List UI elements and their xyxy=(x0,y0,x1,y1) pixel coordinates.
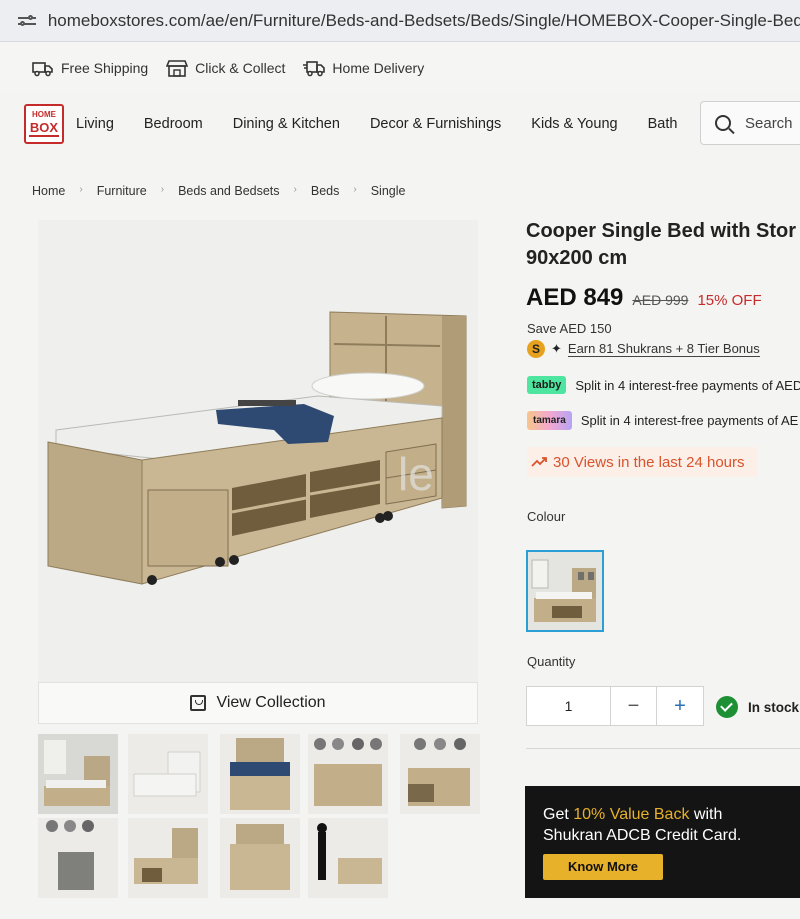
service-strip: Free Shipping Click & Collect Home Deliv… xyxy=(0,43,800,93)
click-collect-label: Click & Collect xyxy=(195,60,286,76)
search-placeholder: Search xyxy=(745,114,793,132)
promo-headline: Get 10% Value Back with xyxy=(543,806,800,824)
product-title-line2: 90x200 cm xyxy=(526,247,628,269)
divider xyxy=(526,748,800,749)
decrease-quantity-button[interactable]: − xyxy=(611,687,657,725)
shukran-credit-card-promo: Get 10% Value Back with Shukran ADCB Cre… xyxy=(525,786,800,898)
breadcrumb-beds[interactable]: Beds xyxy=(311,184,340,198)
main-product-image[interactable]: le xyxy=(38,220,478,682)
tabby-installments[interactable]: tabby Split in 4 interest-free payments … xyxy=(527,376,800,394)
watermark-text: le xyxy=(398,448,434,500)
view-collection-button[interactable]: View Collection xyxy=(38,682,478,724)
thumbnail-4[interactable] xyxy=(308,734,388,814)
shopping-bag-icon xyxy=(190,695,207,711)
sparkle-icon: ✦ xyxy=(551,341,562,356)
thumbnail-8[interactable] xyxy=(220,818,300,898)
url-text[interactable]: homeboxstores.com/ae/en/Furniture/Beds-a… xyxy=(48,11,800,31)
site-settings-icon[interactable] xyxy=(18,14,36,28)
nav-item-kids-young[interactable]: Kids & Young xyxy=(531,116,617,132)
thumbnail-2[interactable] xyxy=(128,734,208,814)
nav-item-bedroom[interactable]: Bedroom xyxy=(144,116,203,132)
thumbnail-6[interactable] xyxy=(38,818,118,898)
promo-highlight: 10% Value Back xyxy=(573,806,690,823)
quantity-label: Quantity xyxy=(527,654,576,669)
browser-address-bar[interactable]: homeboxstores.com/ae/en/Furniture/Beds-a… xyxy=(0,0,800,42)
breadcrumb-separator: › xyxy=(160,184,165,195)
nav-item-dining-kitchen[interactable]: Dining & Kitchen xyxy=(233,116,340,132)
promo-post: with xyxy=(689,806,723,823)
bed-illustration: le xyxy=(47,311,467,585)
trending-icon xyxy=(531,457,547,467)
breadcrumb: Home › Furniture › Beds and Bedsets › Beds ›… xyxy=(32,184,405,198)
views-text: 30 Views in the last 24 hours xyxy=(553,453,745,471)
quantity-value[interactable]: 1 xyxy=(527,687,611,725)
stock-text: In stock xyxy=(748,699,800,715)
tamara-logo: tamara xyxy=(527,411,572,430)
breadcrumb-separator: › xyxy=(293,184,297,195)
breadcrumb-beds-bedsets[interactable]: Beds and Bedsets xyxy=(178,184,279,198)
tabby-text: Split in 4 interest-free payments of AED xyxy=(575,377,800,393)
thumbnail-7[interactable] xyxy=(128,818,208,898)
swatch-image xyxy=(528,552,602,630)
homebox-logo[interactable]: HOME BOX xyxy=(24,104,64,144)
home-delivery-link[interactable]: Home Delivery xyxy=(303,59,424,77)
savings-text: Save AED 150 xyxy=(527,321,612,336)
shukran-rewards[interactable]: S ✦ Earn 81 Shukrans + 8 Tier Bonus xyxy=(527,340,760,358)
promo-subline: Shukran ADCB Credit Card. xyxy=(543,827,742,844)
quantity-stepper: 1 − + xyxy=(526,686,704,726)
tamara-installments[interactable]: tamara Split in 4 interest-free payments… xyxy=(527,411,798,430)
views-badge: 30 Views in the last 24 hours xyxy=(527,447,757,477)
product-title: Cooper Single Bed with Stor 90x200 cm xyxy=(526,218,800,272)
nav-item-decor-furnishings[interactable]: Decor & Furnishings xyxy=(370,116,501,132)
logo-text-home: HOME xyxy=(32,110,56,119)
search-icon xyxy=(715,115,731,131)
thumbnail-5[interactable] xyxy=(400,734,480,814)
free-shipping-label: Free Shipping xyxy=(61,60,149,76)
home-delivery-label: Home Delivery xyxy=(332,60,425,76)
tamara-text: Split in 4 interest-free payments of AE xyxy=(580,413,799,428)
current-price: AED 849 xyxy=(526,284,624,311)
price-row: AED 849 AED 999 15% OFF xyxy=(526,284,762,312)
breadcrumb-single[interactable]: Single xyxy=(371,184,406,198)
shukran-text: Earn 81 Shukrans + 8 Tier Bonus xyxy=(567,341,760,357)
truck-icon xyxy=(32,62,53,77)
know-more-button[interactable]: Know More xyxy=(543,854,663,880)
check-circle-icon xyxy=(716,696,738,718)
thumbnail-3[interactable] xyxy=(220,734,300,814)
colour-swatch-selected[interactable] xyxy=(526,550,604,632)
view-collection-label: View Collection xyxy=(216,694,326,711)
breadcrumb-furniture[interactable]: Furniture xyxy=(97,184,147,198)
breadcrumb-separator: › xyxy=(353,184,357,195)
original-price: AED 999 xyxy=(632,292,689,308)
colour-label: Colour xyxy=(527,509,566,524)
main-navigation: HOME BOX Living Bedroom Dining & Kitchen… xyxy=(0,93,800,155)
delivery-truck-icon xyxy=(303,61,326,77)
thumbnail-9[interactable] xyxy=(308,818,388,898)
tabby-logo: tabby xyxy=(527,376,567,394)
thumbnail-1[interactable] xyxy=(38,734,118,814)
product-title-line1: Cooper Single Bed with Stor xyxy=(526,220,797,242)
stock-status: In stock xyxy=(716,696,799,718)
category-menu: Living Bedroom Dining & Kitchen Decor & … xyxy=(76,116,677,132)
shukran-icon: S xyxy=(527,340,545,358)
free-shipping-link[interactable]: Free Shipping xyxy=(32,59,148,77)
nav-item-bath[interactable]: Bath xyxy=(648,116,678,132)
click-collect-link[interactable]: Click & Collect xyxy=(166,59,285,77)
nav-item-living[interactable]: Living xyxy=(76,116,114,132)
store-icon xyxy=(166,60,189,77)
search-input[interactable]: Search xyxy=(700,101,800,145)
increase-quantity-button[interactable]: + xyxy=(657,687,703,725)
promo-pre: Get xyxy=(543,806,574,823)
logo-text-box: BOX xyxy=(29,120,59,137)
breadcrumb-separator: › xyxy=(79,184,83,195)
breadcrumb-home[interactable]: Home xyxy=(32,184,65,198)
discount-badge: 15% OFF xyxy=(697,292,762,309)
